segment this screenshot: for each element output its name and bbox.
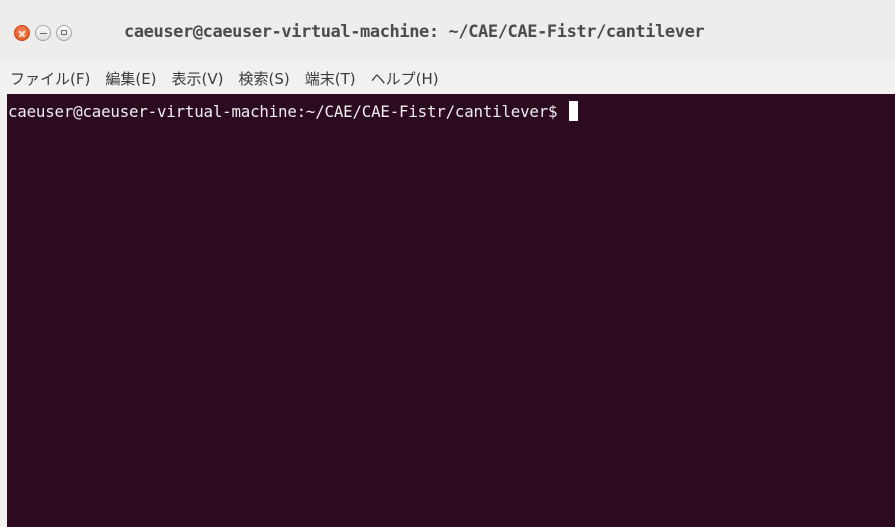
menu-file[interactable]: ファイル(F) (10, 68, 90, 89)
menu-bar: ファイル(F) 編集(E) 表示(V) 検索(S) 端末(T) ヘルプ(H) (0, 62, 895, 94)
terminal-window: caeuser@caeuser-virtual-machine: ~/CAE/C… (0, 0, 895, 527)
prompt-line: caeuser@caeuser-virtual-machine:~/CAE/CA… (8, 101, 579, 121)
minimize-icon[interactable] (35, 25, 51, 41)
shell-prompt: caeuser@caeuser-virtual-machine:~/CAE/CA… (8, 101, 558, 121)
terminal-area[interactable]: caeuser@caeuser-virtual-machine:~/CAE/CA… (7, 94, 895, 527)
window-controls (14, 24, 77, 42)
maximize-icon[interactable] (56, 25, 72, 41)
menu-search[interactable]: 検索(S) (239, 68, 290, 89)
window-title: caeuser@caeuser-virtual-machine: ~/CAE/C… (124, 22, 705, 42)
menu-terminal[interactable]: 端末(T) (305, 68, 356, 89)
title-bar[interactable]: caeuser@caeuser-virtual-machine: ~/CAE/C… (0, 0, 895, 62)
menu-view[interactable]: 表示(V) (172, 68, 224, 89)
text-cursor (569, 101, 579, 121)
menu-edit[interactable]: 編集(E) (105, 68, 156, 89)
close-icon[interactable] (14, 25, 30, 41)
menu-help[interactable]: ヘルプ(H) (371, 68, 439, 89)
